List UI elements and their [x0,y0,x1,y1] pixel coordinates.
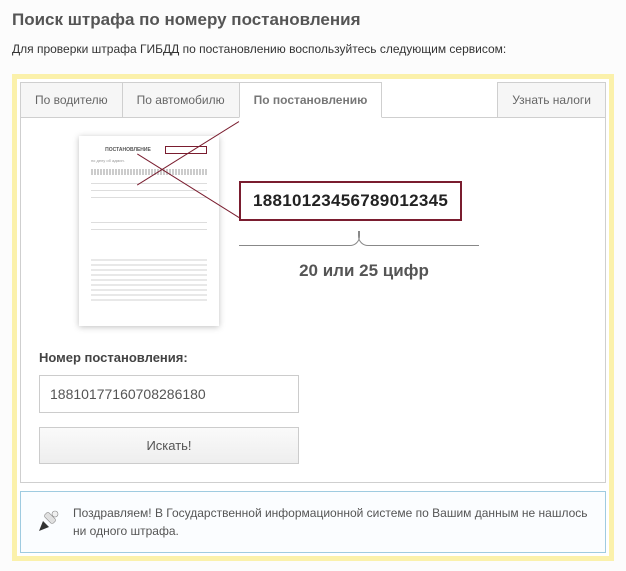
callout-area: 18810123456789012345 20 или 25 цифр [239,181,489,281]
document-preview: ПОСТАНОВЛЕНИЕ по делу об админ. [79,136,219,326]
pen-icon [35,509,61,535]
illustration: ПОСТАНОВЛЕНИЕ по делу об админ. [39,136,587,326]
resolution-number-label: Номер постановления: [39,350,587,365]
tab-vehicle[interactable]: По автомобилю [122,82,240,117]
service-box: По водителю По автомобилю По постановлен… [12,74,614,561]
result-box: Поздравляем! В Государственной информаци… [20,491,606,553]
resolution-number-input[interactable] [39,375,299,413]
digits-hint: 20 или 25 цифр [239,261,489,281]
tab-driver[interactable]: По водителю [20,82,123,117]
result-message: Поздравляем! В Государственной информаци… [73,504,591,540]
tabs-row: По водителю По автомобилю По постановлен… [20,82,606,118]
search-button[interactable]: Искать! [39,427,299,464]
tab-taxes[interactable]: Узнать налоги [497,82,606,117]
brace-icon [239,231,479,253]
page-description: Для проверки штрафа ГИБДД по постановлен… [12,42,614,56]
example-number-box: 18810123456789012345 [239,181,462,221]
tab-resolution[interactable]: По постановлению [239,82,383,118]
tab-panel: ПОСТАНОВЛЕНИЕ по делу об админ. [20,118,606,483]
page-title: Поиск штрафа по номеру постановления [12,10,614,30]
doc-title-text: ПОСТАНОВЛЕНИЕ [91,147,165,153]
